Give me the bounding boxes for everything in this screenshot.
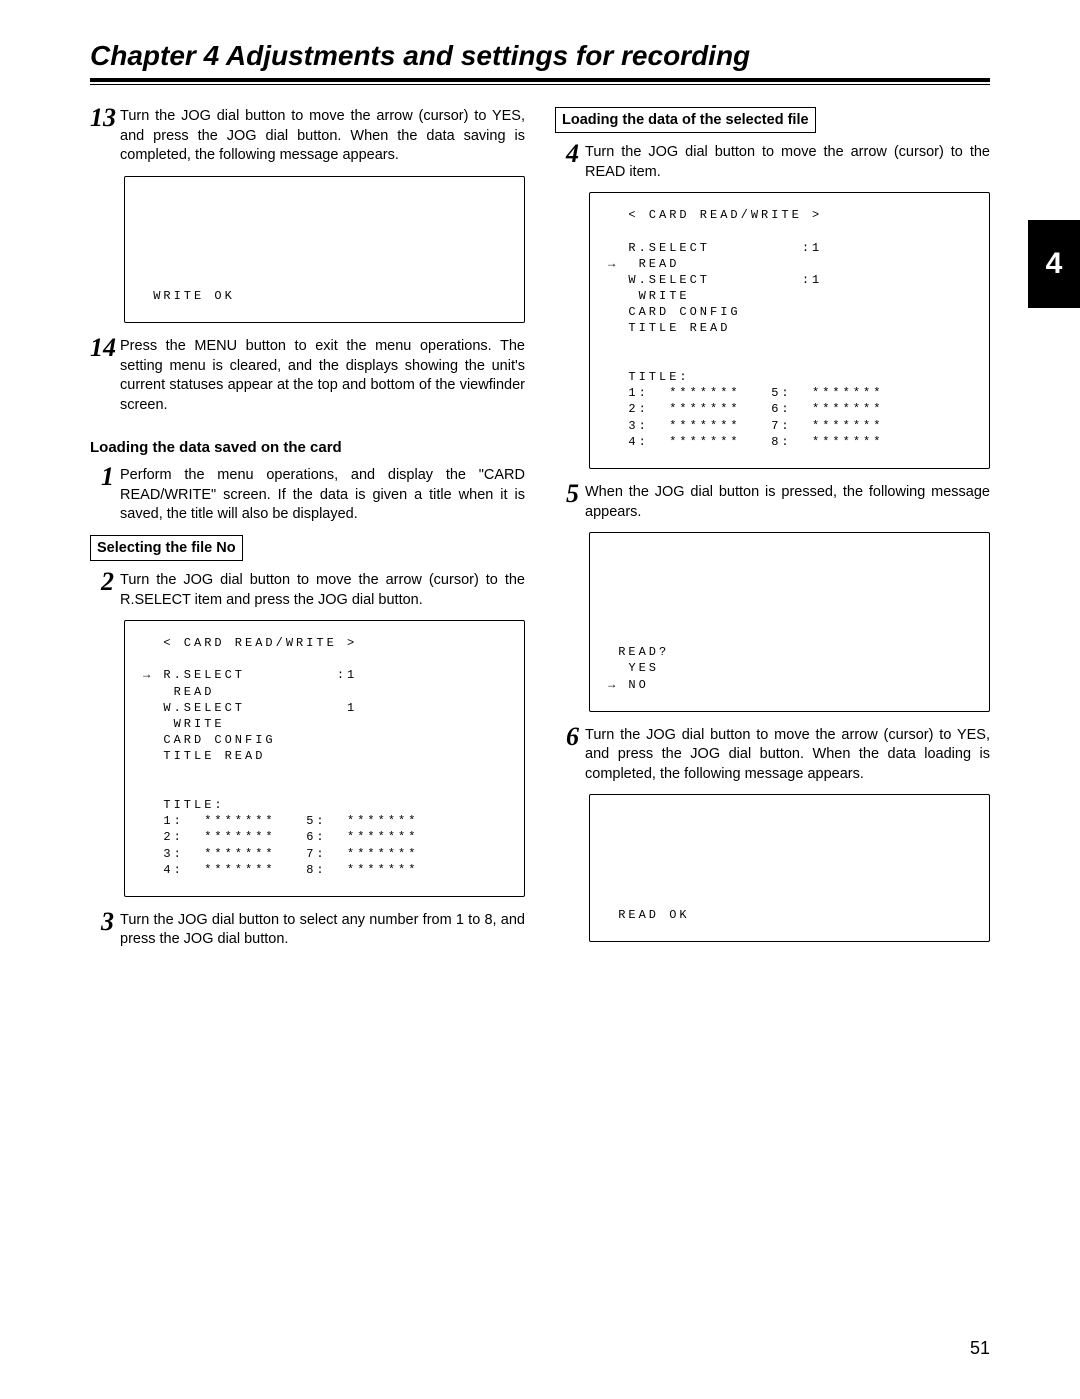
step-4: 4 Turn the JOG dial button to move the a… [555, 143, 990, 182]
step-5: 5 When the JOG dial button is pressed, t… [555, 483, 990, 522]
step-6: 6 Turn the JOG dial button to move the a… [555, 726, 990, 785]
page: Chapter 4 Adjustments and settings for r… [0, 0, 1080, 1399]
step-number: 1 [90, 464, 114, 490]
screen-read-item: < CARD READ/WRITE > R.SELECT :1 → READ W… [589, 192, 990, 469]
two-column-layout: 13 Turn the JOG dial button to move the … [90, 107, 990, 960]
subsection-selecting-file: Selecting the file No [90, 535, 525, 561]
step-14: 14 Press the MENU button to exit the men… [90, 337, 525, 415]
step-13: 13 Turn the JOG dial button to move the … [90, 107, 525, 166]
step-body: Press the MENU button to exit the menu o… [120, 337, 525, 415]
step-body: Turn the JOG dial button to move the arr… [585, 726, 990, 785]
step-body: Turn the JOG dial button to move the arr… [585, 143, 990, 182]
step-number: 4 [555, 141, 579, 167]
step-body: Turn the JOG dial button to move the arr… [120, 571, 525, 610]
left-column: 13 Turn the JOG dial button to move the … [90, 107, 525, 960]
right-column: Loading the data of the selected file 4 … [555, 107, 990, 960]
step-number: 3 [90, 909, 114, 935]
screen-write-ok: WRITE OK [124, 176, 525, 323]
subsection-label-box: Selecting the file No [90, 535, 243, 561]
step-body: Turn the JOG dial button to move the arr… [120, 107, 525, 166]
page-number: 51 [970, 1338, 990, 1359]
step-body: When the JOG dial button is pressed, the… [585, 483, 990, 522]
step-number: 13 [90, 105, 114, 131]
step-2: 2 Turn the JOG dial button to move the a… [90, 571, 525, 610]
chapter-side-tab: 4 [1028, 220, 1080, 308]
chapter-title: Chapter 4 Adjustments and settings for r… [90, 40, 990, 72]
title-rule [90, 78, 990, 85]
screen-read-confirm: READ? YES → NO [589, 532, 990, 712]
step-number: 2 [90, 569, 114, 595]
screen-rselect: < CARD READ/WRITE > → R.SELECT :1 READ W… [124, 620, 525, 897]
step-3: 3 Turn the JOG dial button to select any… [90, 911, 525, 950]
step-1: 1 Perform the menu operations, and displ… [90, 466, 525, 525]
section-heading-saved: Loading the data saved on the card [90, 439, 525, 456]
step-number: 6 [555, 724, 579, 750]
step-body: Turn the JOG dial button to select any n… [120, 911, 525, 950]
step-number: 5 [555, 481, 579, 507]
step-body: Perform the menu operations, and display… [120, 466, 525, 525]
subsection-loading-data: Loading the data of the selected file [555, 107, 990, 133]
step-number: 14 [90, 335, 114, 361]
subsection-label-box: Loading the data of the selected file [555, 107, 816, 133]
screen-read-ok: READ OK [589, 794, 990, 941]
